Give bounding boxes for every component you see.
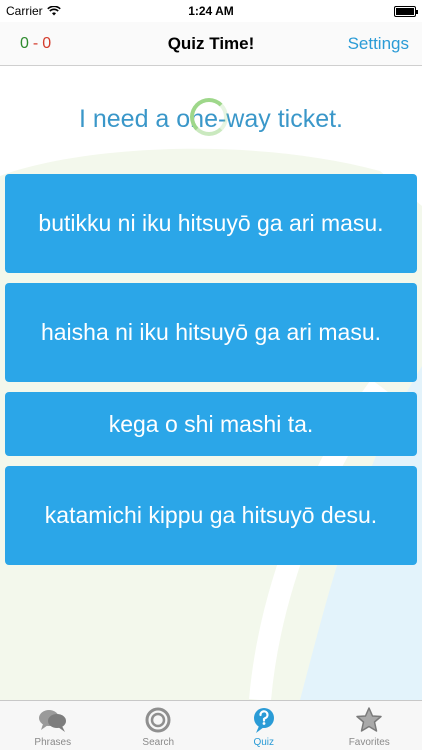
answer-option-2[interactable]: haisha ni iku hitsuyō ga ari masu. (5, 283, 417, 382)
tab-label: Favorites (348, 737, 390, 748)
tab-search[interactable]: Search (106, 701, 212, 750)
background-decoration (0, 148, 422, 700)
tab-quiz[interactable]: Quiz (211, 701, 317, 750)
battery-icon (394, 6, 418, 17)
search-icon (145, 707, 171, 733)
answer-option-1[interactable]: butikku ni iku hitsuyō ga ari masu. (5, 174, 417, 273)
quiz-screen: Carrier 1:24 AM 0-0 Quiz Time! Settings … (0, 0, 422, 750)
navigation-bar: 0-0 Quiz Time! Settings (0, 22, 422, 66)
status-time: 1:24 AM (188, 4, 234, 18)
tab-label: Phrases (34, 737, 72, 748)
status-bar: Carrier 1:24 AM (0, 0, 422, 22)
star-icon (356, 707, 382, 732)
tab-label: Search (142, 737, 175, 748)
answer-option-3[interactable]: kega o shi mashi ta. (5, 392, 417, 456)
speech-bubbles-icon (38, 710, 66, 732)
settings-button[interactable]: Settings (348, 34, 409, 54)
tab-favorites[interactable]: Favorites (317, 701, 422, 750)
tab-bar: Phrases Search Quiz Favorites (0, 700, 422, 750)
loading-spinner-icon (190, 98, 228, 136)
tab-phrases[interactable]: Phrases (0, 701, 106, 750)
tab-label: Quiz (253, 737, 275, 748)
answer-option-4[interactable]: katamichi kippu ga hitsuyō desu. (5, 466, 417, 565)
quiz-question-icon (253, 708, 274, 733)
